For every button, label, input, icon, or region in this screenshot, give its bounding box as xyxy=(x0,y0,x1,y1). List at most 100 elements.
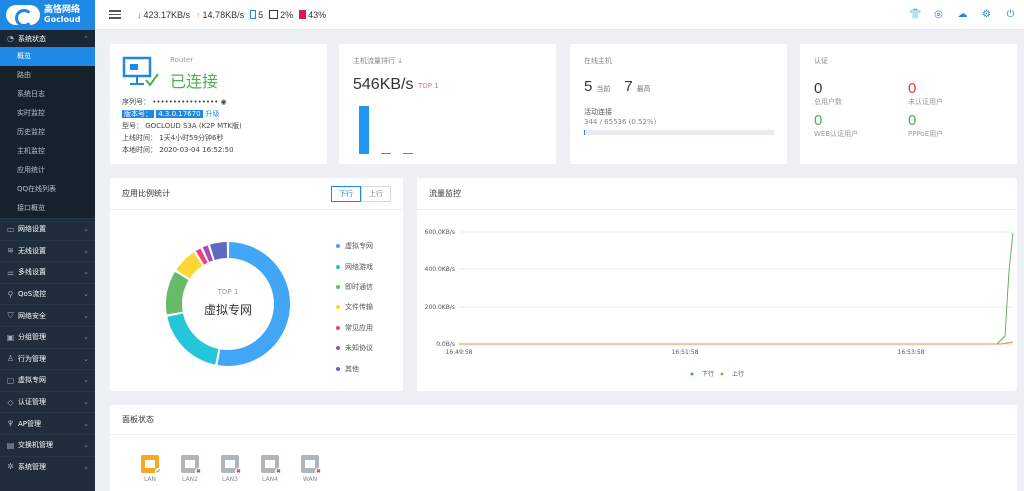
sidebar-group-label: 网络安全 xyxy=(18,311,46,320)
arrow-up-icon: ↑ xyxy=(196,9,201,20)
topbar: ↓ 423.17KB/s ↑ 14.78KB/s 5 2% 43% 👕 ◎ ☁ … xyxy=(95,0,1024,30)
ethernet-port-icon: ✖ xyxy=(181,455,202,475)
legend-label: 虚拟专网 xyxy=(345,242,373,251)
cog-icon: ✲ xyxy=(7,462,14,472)
check-icon: ✔ xyxy=(155,468,162,475)
legend-item[interactable]: 未知协议 xyxy=(336,338,373,358)
serial-value: •••••••••••••••• xyxy=(152,98,219,106)
traffic-rank-bar[interactable] xyxy=(403,153,413,154)
app-stats-card: 应用比例统计 下行 上行 TOP 1 虚拟专网 虚拟专网 网络游戏 即时通信 文件传输… xyxy=(110,178,403,391)
port-lan3[interactable]: ✖ LAN3 xyxy=(210,455,250,483)
chevron-down-icon: ⌄ xyxy=(83,354,89,363)
sidebar-item-1[interactable]: 路由 xyxy=(0,66,95,85)
donut-slice[interactable] xyxy=(176,252,203,279)
tab-downstream[interactable]: 下行 xyxy=(331,185,361,202)
web-users[interactable]: 0 WEB认证用户 xyxy=(814,112,858,139)
shirt-icon[interactable]: 👕 xyxy=(909,9,921,20)
sidebar-group-11[interactable]: ✲ 系统管理 ⌄ xyxy=(0,455,95,478)
chevron-down-icon: ⌄ xyxy=(83,441,89,450)
traffic-line-chart: 600.0KB/s 400.0KB/s 200.0KB/s 0.0B/s 16:… xyxy=(425,229,1014,378)
tab-upstream[interactable]: 上行 xyxy=(361,185,391,202)
connection-status: 已连接 xyxy=(170,74,219,91)
menu-toggle-icon[interactable] xyxy=(109,8,121,21)
legend-label: 网络游戏 xyxy=(345,262,373,271)
legend-item[interactable]: 即时通信 xyxy=(336,277,373,297)
legend-down-label[interactable]: 下行 xyxy=(702,370,714,378)
sidebar-group-2[interactable]: ⚌ 多线设置 ⌄ xyxy=(0,261,95,283)
sidebar-group-5[interactable]: ▣ 分组管理 ⌄ xyxy=(0,325,95,348)
donut-slice[interactable] xyxy=(210,242,228,260)
chevron-down-icon: ⌄ xyxy=(83,268,89,277)
unauth-users[interactable]: 0 未认证用户 xyxy=(908,80,943,107)
sidebar-group-10[interactable]: ▤ 交换机管理 ⌄ xyxy=(0,433,95,456)
sidebar-item-3[interactable]: 实时监控 xyxy=(0,104,95,123)
sidebar-item-0[interactable]: 概览 xyxy=(0,47,95,66)
legend-item[interactable]: 网络游戏 xyxy=(336,256,373,276)
memory-icon xyxy=(250,10,257,19)
port-wan[interactable]: ✖ WAN xyxy=(290,455,330,483)
gear-icon[interactable]: ⚙ xyxy=(981,9,992,20)
pin-icon: ⚲ xyxy=(7,289,14,299)
sidebar-item-2[interactable]: 系统日志 xyxy=(0,85,95,104)
sidebar-group-system-status[interactable]: ◔ 系统状态 ⌃ xyxy=(0,30,95,47)
legend-dot xyxy=(336,244,340,249)
version-value: 4.3.0.17670 xyxy=(156,110,203,118)
port-lan2[interactable]: ✖ LAN2 xyxy=(170,455,210,483)
port-label: LAN4 xyxy=(262,476,278,483)
connections-value: 344 / 65536 (0.52%) xyxy=(584,118,657,126)
sidebar-group-6[interactable]: ♙ 行为管理 ⌄ xyxy=(0,347,95,370)
unauth-users-label: 未认证用户 xyxy=(908,98,943,106)
port-lan4[interactable]: ✖ LAN4 xyxy=(250,455,290,483)
sidebar-group-label: 系统管理 xyxy=(18,462,46,471)
port-lan[interactable]: ✔ LAN xyxy=(130,455,170,483)
sidebar-item-4[interactable]: 历史监控 xyxy=(0,123,95,142)
sidebar-item-6[interactable]: 应用统计 xyxy=(0,161,95,180)
donut-slice[interactable] xyxy=(166,271,189,315)
sidebar-item-7[interactable]: QQ在线列表 xyxy=(0,180,95,199)
sidebar-group-0[interactable]: ▭ 网络设置 ⌄ xyxy=(0,218,95,240)
traffic-rank-title[interactable]: 主机流量排行 ↓ xyxy=(353,56,403,66)
upload-speed: ↑ 14.78KB/s xyxy=(196,10,244,20)
sidebar-group-7[interactable]: ▢ 虚拟专网 ⌄ xyxy=(0,369,95,391)
traffic-rank-bar[interactable] xyxy=(381,152,391,154)
total-users[interactable]: 0 总用户数 xyxy=(814,80,842,107)
brand-name-en: Gocloud xyxy=(44,15,81,24)
chevron-up-icon: ⌃ xyxy=(83,34,89,43)
sidebar-group-8[interactable]: ◇ 认证管理 ⌄ xyxy=(0,390,95,413)
cloud-upload-icon[interactable]: ☁ xyxy=(957,9,968,20)
traffic-rank-speed: 546KB/s xyxy=(353,76,414,93)
lock-icon: ▢ xyxy=(6,375,15,385)
eye-icon[interactable]: ◉ xyxy=(221,98,227,106)
brand-logo[interactable]: 高恪网络 Gocloud xyxy=(0,0,95,30)
legend-up-label[interactable]: 上行 xyxy=(732,370,744,378)
switch-icon: ▤ xyxy=(6,440,15,450)
donut-slice[interactable] xyxy=(167,313,219,365)
cross-icon: ✖ xyxy=(275,468,282,475)
web-users-label: WEB认证用户 xyxy=(814,130,859,138)
traffic-rank-bar[interactable] xyxy=(359,106,369,154)
pppoe-users[interactable]: 0 PPPoE用户 xyxy=(908,112,943,139)
sidebar-group-9[interactable]: ♆ AP管理 ⌄ xyxy=(0,412,95,434)
downstream-line xyxy=(459,232,1014,345)
sidebar-group-4[interactable]: ⛉ 网络安全 ⌄ xyxy=(0,304,95,326)
legend-dot xyxy=(336,325,340,330)
upgrade-link[interactable]: 升级 xyxy=(206,110,220,118)
online-hosts-title: 在线主机 xyxy=(584,57,612,65)
chevron-down-icon: ⌄ xyxy=(83,462,89,471)
globe-icon[interactable]: ◎ xyxy=(933,9,944,20)
sidebar-item-5[interactable]: 主机监控 xyxy=(0,142,95,161)
power-icon[interactable]: ⏻ xyxy=(1005,9,1016,20)
legend-item[interactable]: 常见应用 xyxy=(336,318,373,338)
cross-icon: ✖ xyxy=(315,468,322,475)
legend-item[interactable]: 其他 xyxy=(336,358,373,378)
upload-speed-value: 14.78KB/s xyxy=(202,9,245,20)
legend-down-dot xyxy=(690,372,694,376)
chevron-down-icon: ⌄ xyxy=(83,290,89,299)
sidebar-group-3[interactable]: ⚲ QoS流控 ⌄ xyxy=(0,282,95,305)
sidebar-item-8[interactable]: 接口概览 xyxy=(0,199,95,218)
sidebar-group-label: 系统状态 xyxy=(18,34,46,43)
sidebar-group-1[interactable]: ≋ 无线设置 ⌄ xyxy=(0,239,95,262)
connections-label: 活动连接 xyxy=(584,108,612,116)
legend-item[interactable]: 虚拟专网 xyxy=(336,236,373,256)
legend-item[interactable]: 文件传输 xyxy=(336,297,373,317)
